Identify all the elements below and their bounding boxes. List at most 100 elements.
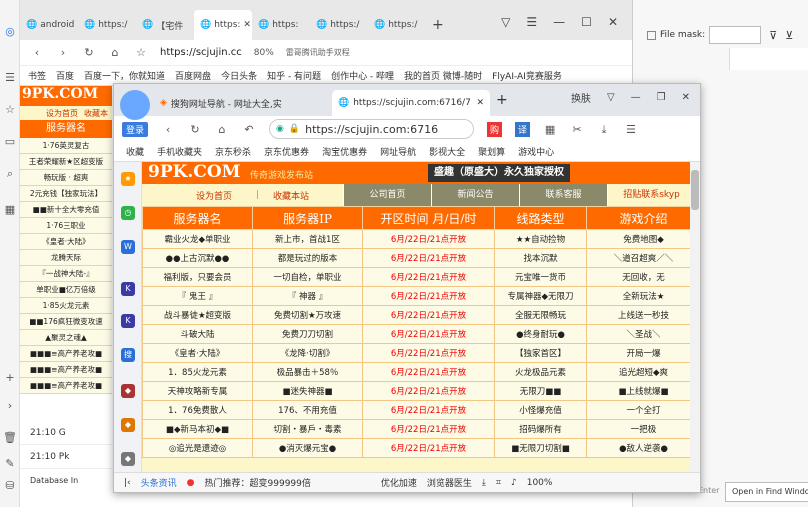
- zoom-status[interactable]: 100%: [527, 478, 553, 488]
- bookmark-item[interactable]: 今日头条: [221, 69, 257, 82]
- open-in-find-window-button[interactable]: Open in Find Window: [725, 482, 808, 502]
- table-row[interactable]: 《皇者·大陆》 《龙降·切割》 6月/22日/21点开放 【独家首区】 开局一爆: [142, 343, 700, 363]
- table-row[interactable]: 霸业火龙◆单职业 新上市，首战1区 6月/22日/21点开放 ★★自动捡物 免费地图◆: [142, 229, 700, 249]
- bookmark-item[interactable]: 聚划算: [478, 145, 505, 158]
- translate-button[interactable]: 译: [515, 121, 531, 137]
- back-arrow-icon[interactable]: ‹: [30, 46, 44, 60]
- bookmark-item[interactable]: 淘宝优惠券: [322, 145, 367, 158]
- table-row[interactable]: ●●上古沉默●● 都是玩过的版本 6月/22日/21点开放 找本沉默 ＼道召超爽／＼: [142, 248, 700, 268]
- close-tab-icon[interactable]: ✕: [476, 98, 490, 108]
- pin-icon[interactable]: ⊻: [785, 29, 793, 42]
- bookmark-item[interactable]: 京东优惠券: [264, 145, 309, 158]
- nav-tab[interactable]: 新闻公告: [431, 184, 520, 206]
- camera-icon[interactable]: ⌗: [496, 478, 501, 488]
- shirt-icon[interactable]: ▽: [607, 92, 615, 103]
- table-row[interactable]: 福利版，只要会员 一切自检，单职业 6月/22日/21点开放 元宝唯一货币 无回收，无: [142, 267, 700, 287]
- table-row[interactable]: 1．76免费散人 176、不用充值 6月/22日/21点开放 小怪爆充值 一个全打: [142, 400, 700, 420]
- plus-icon[interactable]: +: [3, 370, 17, 384]
- back-tab[interactable]: 🌐 【宅件: [136, 10, 194, 40]
- search-icon[interactable]: ⌕: [3, 166, 17, 180]
- forward-arrow-icon[interactable]: ›: [56, 46, 70, 60]
- back-table-row[interactable]: ■■■≡高产养老攻■: [20, 378, 112, 394]
- bookmark-item[interactable]: 百度网盘: [175, 69, 211, 82]
- doctor-button[interactable]: 浏览器医生: [427, 476, 472, 489]
- close-button[interactable]: ✕: [682, 92, 690, 103]
- menu-icon[interactable]: ☰: [624, 122, 638, 136]
- star-icon[interactable]: ☆: [3, 102, 17, 116]
- filter-icon[interactable]: ⊽: [769, 29, 777, 42]
- k-app-icon[interactable]: K: [121, 282, 135, 296]
- table-row[interactable]: ◎追光是遗迹◎ ●消灭爆元宝● 6月/22日/21点开放 ■无限刀切割■ ●敌人逆袭●: [142, 438, 700, 458]
- avatar-icon[interactable]: [120, 90, 150, 120]
- trash-icon[interactable]: 🗑: [3, 430, 17, 444]
- bookmark-item[interactable]: 百度: [56, 69, 74, 82]
- back-table-row[interactable]: 2元充钱【独家玩法】: [20, 186, 112, 202]
- k-app-icon[interactable]: K: [121, 314, 135, 328]
- front-url[interactable]: https://scjujin.com:6716: [305, 123, 438, 136]
- layout-icon[interactable]: ▦: [3, 202, 17, 216]
- menu-icon[interactable]: ☰: [526, 15, 537, 29]
- bookmark-item[interactable]: 创作中心 - 哔哩: [331, 69, 394, 82]
- grid-icon[interactable]: ▦: [543, 122, 557, 136]
- table-row[interactable]: 『 鬼王 』『 神器 』 6月/22日/21点开放 专属神器◆无限刀 全新玩法★: [142, 286, 700, 306]
- download-icon[interactable]: ⤓: [597, 122, 611, 136]
- table-row[interactable]: 天神攻略新专属 ■迷失神器■ 6月/22日/21点开放 无限刀■■ ■上线就爆■: [142, 381, 700, 401]
- back-table-row[interactable]: 龙腾天际: [20, 250, 112, 266]
- file-mask-select[interactable]: [709, 26, 762, 44]
- game-app-icon[interactable]: ◆: [121, 418, 135, 432]
- download-status-icon[interactable]: ⤓: [482, 478, 486, 488]
- nav-tab[interactable]: 公司首页: [343, 184, 432, 206]
- skin-button[interactable]: 换肤: [571, 90, 591, 105]
- database-tab[interactable]: Database In: [20, 469, 120, 493]
- hot-recommend[interactable]: 热门推荐：超变999999倍: [205, 476, 311, 489]
- volume-icon[interactable]: ♪: [511, 478, 517, 488]
- page-scrollbar[interactable]: [690, 162, 700, 472]
- clock-app-icon[interactable]: ◷: [121, 206, 135, 220]
- login-button[interactable]: 登录: [122, 121, 149, 137]
- zoom-level[interactable]: 80%: [254, 48, 274, 58]
- back-tab[interactable]: 🌐 https:: [252, 10, 310, 40]
- shop-button[interactable]: 购: [487, 121, 503, 137]
- back-table-row[interactable]: 1·85火龙元素: [20, 298, 112, 314]
- back-tab[interactable]: 🌐 https:/: [310, 10, 368, 40]
- new-tab-button[interactable]: +: [496, 92, 508, 108]
- back-table-row[interactable]: 单职业■亿万倍级: [20, 282, 112, 298]
- database-icon[interactable]: ⛁: [3, 478, 17, 492]
- table-row[interactable]: 战斗暴徒★超变版 免费切割★万攻速 6月/22日/21点开放 全服无限畅玩 上线送一秒技: [142, 305, 700, 325]
- minimize-button[interactable]: —: [631, 92, 641, 103]
- scissors-icon[interactable]: ✂: [570, 122, 584, 136]
- table-row[interactable]: ■◆新马本初◆■ 切割・暴戶・毒素 6月/22日/21点开放 招码爆所有 一把极: [142, 419, 700, 439]
- back-tab[interactable]: 🌐 android: [20, 10, 78, 40]
- bookmark-item[interactable]: 游戏中心: [518, 145, 554, 158]
- restore-button[interactable]: ❐: [657, 92, 666, 103]
- bookmark-item[interactable]: 书签: [28, 69, 46, 82]
- bookmark-item[interactable]: 网址导航: [380, 145, 416, 158]
- bookmark-site-link[interactable]: 收藏本站: [259, 189, 323, 202]
- close-icon[interactable]: ✕: [608, 15, 618, 29]
- back-url[interactable]: https://scjujin.cc: [160, 47, 242, 58]
- back-table-row[interactable]: ■■■≡高产养老攻■: [20, 346, 112, 362]
- minimize-icon[interactable]: —: [553, 15, 565, 29]
- search-hint[interactable]: 雷哥腾讯助手双程: [286, 47, 350, 58]
- set-home-link[interactable]: 设为首页: [172, 189, 256, 202]
- back-table-row[interactable]: 《皇者·大陆》: [20, 234, 112, 250]
- nav-tab[interactable]: 招贴联系skyp: [607, 184, 696, 206]
- bookmark-item[interactable]: 手机收藏夹: [157, 145, 202, 158]
- new-tab-button[interactable]: +: [426, 10, 448, 40]
- word-app-icon[interactable]: W: [121, 240, 135, 254]
- home-icon[interactable]: ⌂: [215, 122, 229, 136]
- back-table-row[interactable]: 『一战神大陆-』: [20, 266, 112, 282]
- back-table-row[interactable]: ■■176疯狂微变攻速: [20, 314, 112, 330]
- search-app-icon[interactable]: 搜: [121, 348, 135, 362]
- list-icon[interactable]: ☰: [3, 70, 17, 84]
- front-tab-active[interactable]: 🌐 https://scjujin.com:6716/7 ✕: [332, 90, 490, 116]
- back-table-row[interactable]: 王者荣耀新★区超变版: [20, 154, 112, 170]
- speed-button[interactable]: 优化加速: [381, 476, 417, 489]
- front-tab[interactable]: ◈ 搜狗网址导航 - 网址大全,实: [160, 90, 332, 116]
- home-icon[interactable]: ⌂: [108, 46, 122, 60]
- star-app-icon[interactable]: ★: [121, 172, 135, 186]
- scrollbar-thumb[interactable]: [691, 170, 699, 210]
- undo-icon[interactable]: ↶: [242, 122, 256, 136]
- back-table-row[interactable]: ▲聚灵之魂▲: [20, 330, 112, 346]
- refresh-icon[interactable]: ↻: [82, 46, 96, 60]
